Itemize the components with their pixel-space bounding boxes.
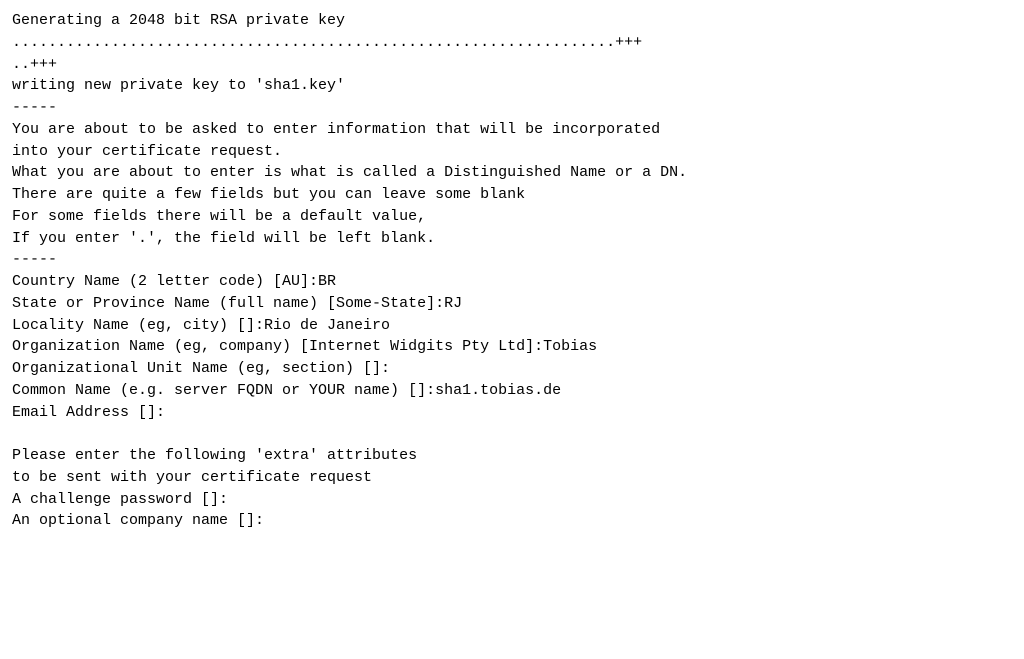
terminal-output: Generating a 2048 bit RSA private key ..… [12,10,1012,532]
